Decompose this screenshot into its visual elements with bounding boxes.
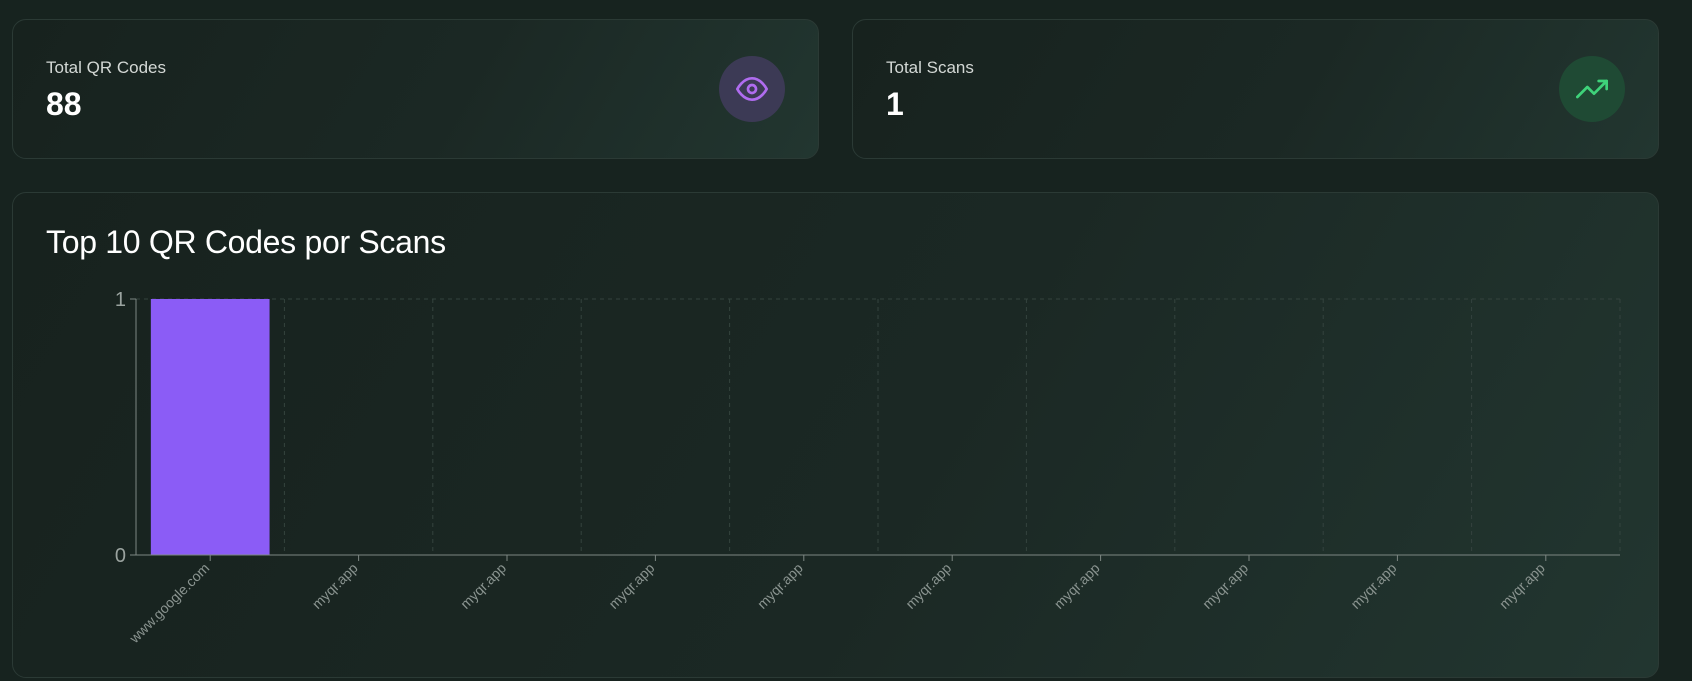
x-tick-label: myqr.app [902,560,954,612]
top-qr-codes-chart-card: Top 10 QR Codes por Scans 0 1 www.google.c… [12,192,1659,678]
y-tick-label: 1 [115,289,126,311]
bar [150,299,270,555]
x-tick-label: myqr.app [1347,560,1399,612]
total-qr-codes-card: Total QR Codes 88 [12,19,819,159]
x-tick-label: myqr.app [605,560,657,612]
x-tick-label: myqr.app [309,560,361,612]
bar-chart: 0 1 www.google.com myqr.app myqr.app myqr.app… [115,289,1621,647]
x-tick-label: myqr.app [754,560,806,612]
x-tick-label: myqr.app [1496,560,1548,612]
total-qr-codes-value: 88 [46,86,82,122]
total-scans-label: Total Scans [886,58,974,77]
y-tick-label: 0 [115,545,126,567]
x-tick-label: myqr.app [1199,560,1251,612]
total-qr-codes-label: Total QR Codes [46,58,166,77]
x-tick-label: myqr.app [457,560,509,612]
total-scans-value: 1 [886,86,904,122]
trending-up-icon [1559,56,1625,122]
eye-icon [719,56,785,122]
total-scans-card: Total Scans 1 [852,19,1659,159]
x-tick-label: www.google.com [125,560,212,647]
x-tick-label: myqr.app [1051,560,1103,612]
